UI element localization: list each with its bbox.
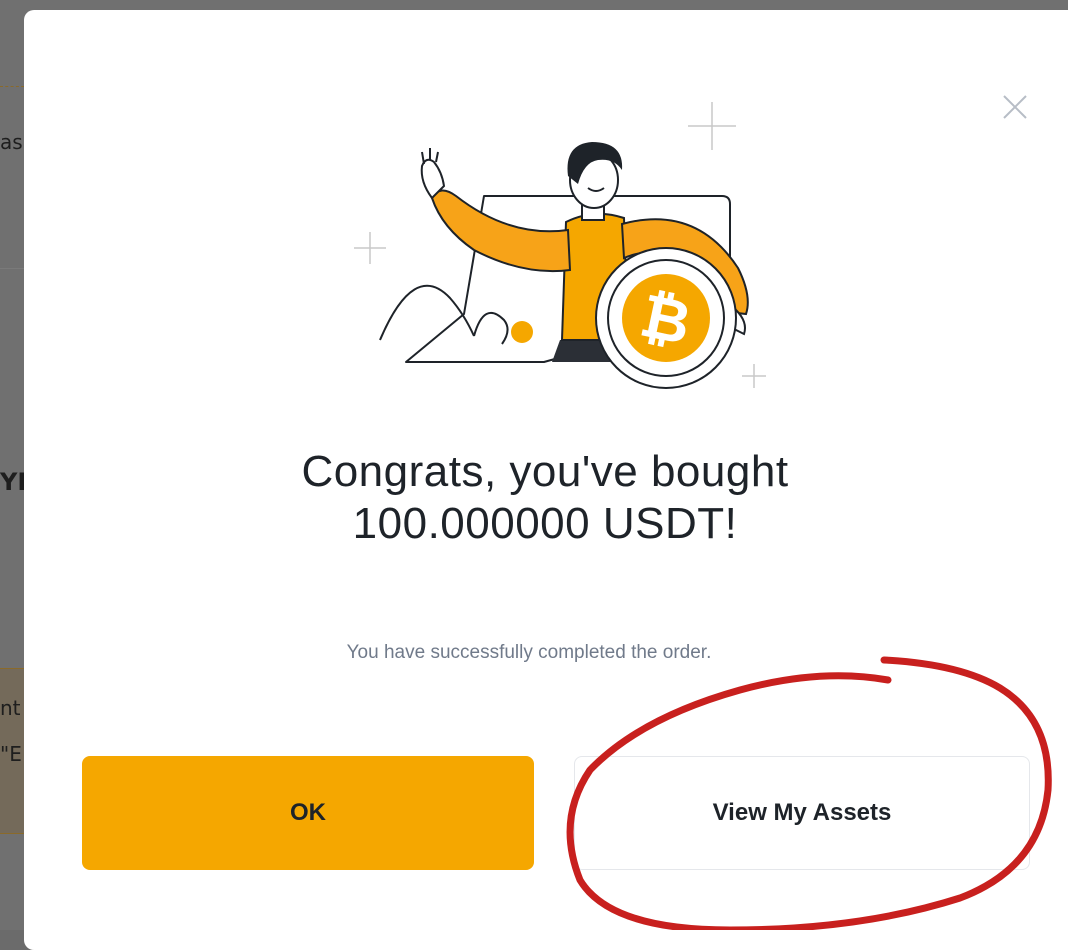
success-title-line-1: Congrats, you've bought (301, 447, 789, 496)
close-button[interactable] (1000, 92, 1030, 122)
close-icon[interactable] (1000, 92, 1030, 122)
background-text-fragment: as (0, 130, 23, 154)
ok-button-label: OK (290, 799, 326, 826)
background-text-fragment: "E (0, 742, 22, 766)
view-my-assets-button[interactable]: View My Assets (574, 756, 1030, 870)
ok-button[interactable]: OK (82, 756, 534, 870)
success-title: Congrats, you've bought 100.000000 USDT! (24, 446, 1068, 550)
success-modal: ₿ Congrats, you've bought 100.000000 USD… (24, 10, 1068, 950)
view-my-assets-button-label: View My Assets (712, 799, 892, 826)
person-holding-bitcoin-illustration: ₿ (354, 102, 766, 389)
success-title-line-2: 100.000000 USDT! (352, 499, 738, 548)
background-text-fragment: nt (0, 696, 21, 720)
success-subtitle: You have successfully completed the orde… (346, 642, 712, 663)
